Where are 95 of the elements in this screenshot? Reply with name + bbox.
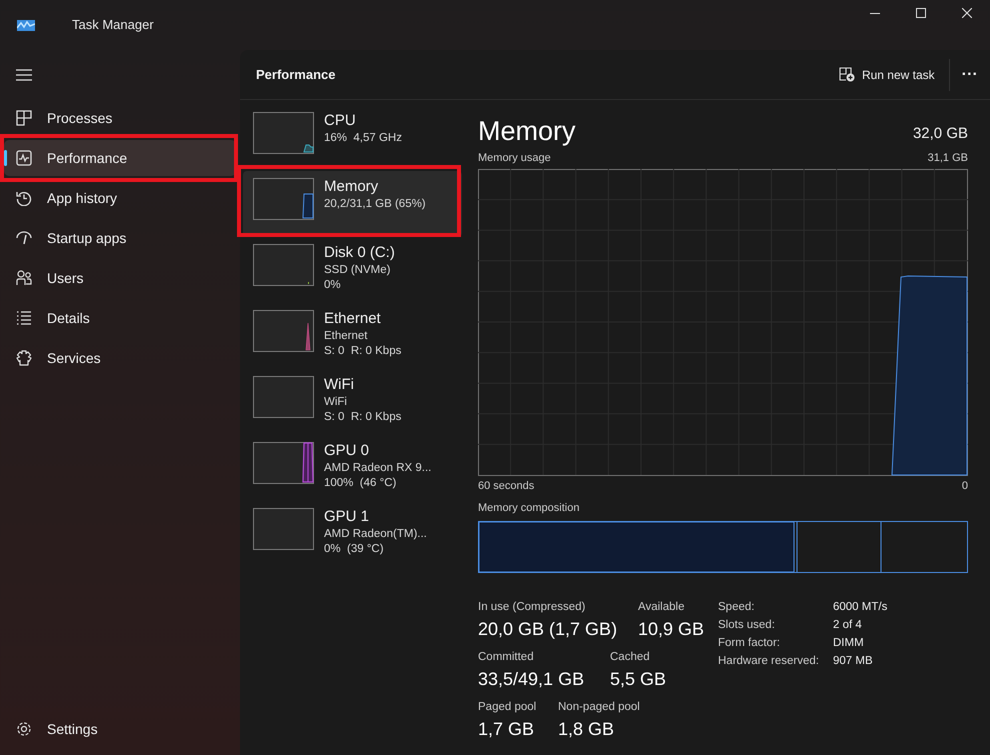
detail-title: Memory (478, 115, 576, 148)
device-info: WiFi (324, 395, 348, 410)
stat-label: Available (638, 600, 686, 614)
axis-label: 0 (962, 478, 968, 494)
property-label: Speed: (718, 600, 756, 614)
users-icon (16, 270, 32, 286)
nav-item[interactable]: Startup apps (4, 220, 236, 256)
list-icon (16, 310, 32, 326)
stat-label: Paged pool (478, 700, 538, 715)
nav-item[interactable]: Details (4, 300, 236, 336)
nav-label: Services (47, 348, 101, 368)
device-item[interactable]: GPU 0 AMD Radeon RX 9... 100% (46 °C) (243, 435, 462, 501)
device-info: 0% (324, 278, 342, 293)
property-value: 2 of 4 (833, 618, 863, 632)
device-name: WiFi (324, 375, 355, 395)
nav-label: Processes (47, 108, 112, 128)
nav-label: Startup apps (47, 228, 126, 248)
settings-label: Settings (47, 720, 98, 739)
nav-item[interactable]: Services (4, 340, 236, 376)
run-new-task-button[interactable]: Run new task (830, 56, 943, 92)
device-item[interactable]: CPU 16% 4,57 GHz (243, 105, 462, 171)
property-label: Form factor: (718, 636, 781, 650)
device-name: CPU (324, 111, 357, 131)
page-title: Performance (256, 66, 336, 84)
stat-value: 1,8 GB (558, 718, 616, 742)
grid-icon (16, 110, 32, 126)
device-name: GPU 0 (324, 441, 370, 461)
device-item[interactable]: Disk 0 (C:) SSD (NVMe) 0% (243, 237, 462, 303)
stat-label: In use (Compressed) (478, 600, 586, 614)
chart-label: Memory composition (478, 501, 580, 516)
property-value: DIMM (833, 636, 865, 650)
selection-indicator (4, 150, 7, 166)
minimize-icon (870, 13, 880, 14)
maximize-icon (916, 8, 926, 18)
more-button[interactable]: ... (962, 62, 978, 86)
axis-label: 60 seconds (478, 478, 534, 494)
puzzle-icon (16, 350, 32, 366)
settings-item[interactable]: Settings (4, 711, 236, 747)
window-title: Task Manager (72, 16, 154, 34)
stat-value: 20,0 GB (1,7 GB) (478, 618, 618, 641)
gauge-icon (16, 230, 32, 246)
nav-item[interactable]: Processes (4, 100, 236, 136)
sparkline-graph (253, 508, 314, 550)
property-value: 907 MB (833, 654, 874, 668)
chart-label: Memory usage (478, 151, 551, 166)
device-name: Memory (324, 177, 380, 197)
device-info: SSD (NVMe) (324, 263, 392, 278)
property-label: Slots used: (718, 618, 776, 632)
nav-item[interactable]: Users (4, 260, 236, 296)
stat-value: 33,5/49,1 GB (478, 668, 586, 691)
close-icon (962, 8, 972, 18)
device-name: Disk 0 (C:) (324, 243, 395, 263)
device-info: Ethernet (324, 329, 368, 344)
stat-label: Cached (610, 650, 651, 665)
sparkline-graph (253, 310, 314, 352)
history-clock-icon (16, 190, 32, 206)
device-info: 20,2/31,1 GB (65%) (324, 197, 426, 212)
device-item[interactable]: Memory 20,2/31,1 GB (65%) (243, 171, 462, 237)
sparkline-graph (253, 442, 314, 484)
chart-max-label: 31,1 GB (928, 151, 968, 166)
nav-label: Details (47, 308, 90, 328)
device-info: AMD Radeon(TM)... (324, 527, 427, 542)
device-info: 100% (46 °C) (324, 476, 398, 491)
nav-item[interactable]: App history (4, 180, 236, 216)
device-name: Ethernet (324, 309, 382, 329)
device-item[interactable]: GPU 1 AMD Radeon(TM)... 0% (39 °C) (243, 501, 462, 567)
device-info: 0% (39 °C) (324, 542, 385, 557)
app-logo-icon (17, 20, 35, 30)
settings-icon (16, 721, 32, 737)
total-memory: 32,0 GB (912, 124, 968, 144)
sparkline-graph (253, 112, 314, 154)
device-info: S: 0 R: 0 Kbps (324, 410, 402, 425)
device-item[interactable]: Ethernet Ethernet S: 0 R: 0 Kbps (243, 303, 462, 369)
property-label: Hardware reserved: (718, 654, 820, 668)
device-info: S: 0 R: 0 Kbps (324, 344, 402, 359)
stat-label: Committed (478, 650, 535, 665)
sparkline-graph (253, 376, 314, 418)
pulse-chart-icon (16, 150, 32, 166)
stat-value: 5,5 GB (610, 668, 666, 691)
menu-icon (16, 69, 32, 81)
device-info: 16% 4,57 GHz (324, 131, 402, 146)
stat-value: 1,7 GB (478, 718, 536, 742)
stat-value: 10,9 GB (638, 618, 704, 641)
device-item[interactable]: WiFi WiFi S: 0 R: 0 Kbps (243, 369, 462, 435)
nav-label: App history (47, 188, 118, 208)
sparkline-graph (253, 244, 314, 286)
nav-label: Performance (47, 148, 128, 168)
device-info: AMD Radeon RX 9... (324, 461, 432, 476)
sparkline-graph (253, 178, 314, 220)
nav-item[interactable]: Performance (4, 140, 236, 176)
property-value: 6000 MT/s (833, 600, 888, 614)
device-name: GPU 1 (324, 507, 370, 527)
stat-label: Non-paged pool (558, 700, 640, 715)
add-task-icon (838, 67, 855, 82)
nav-label: Users (47, 268, 84, 288)
